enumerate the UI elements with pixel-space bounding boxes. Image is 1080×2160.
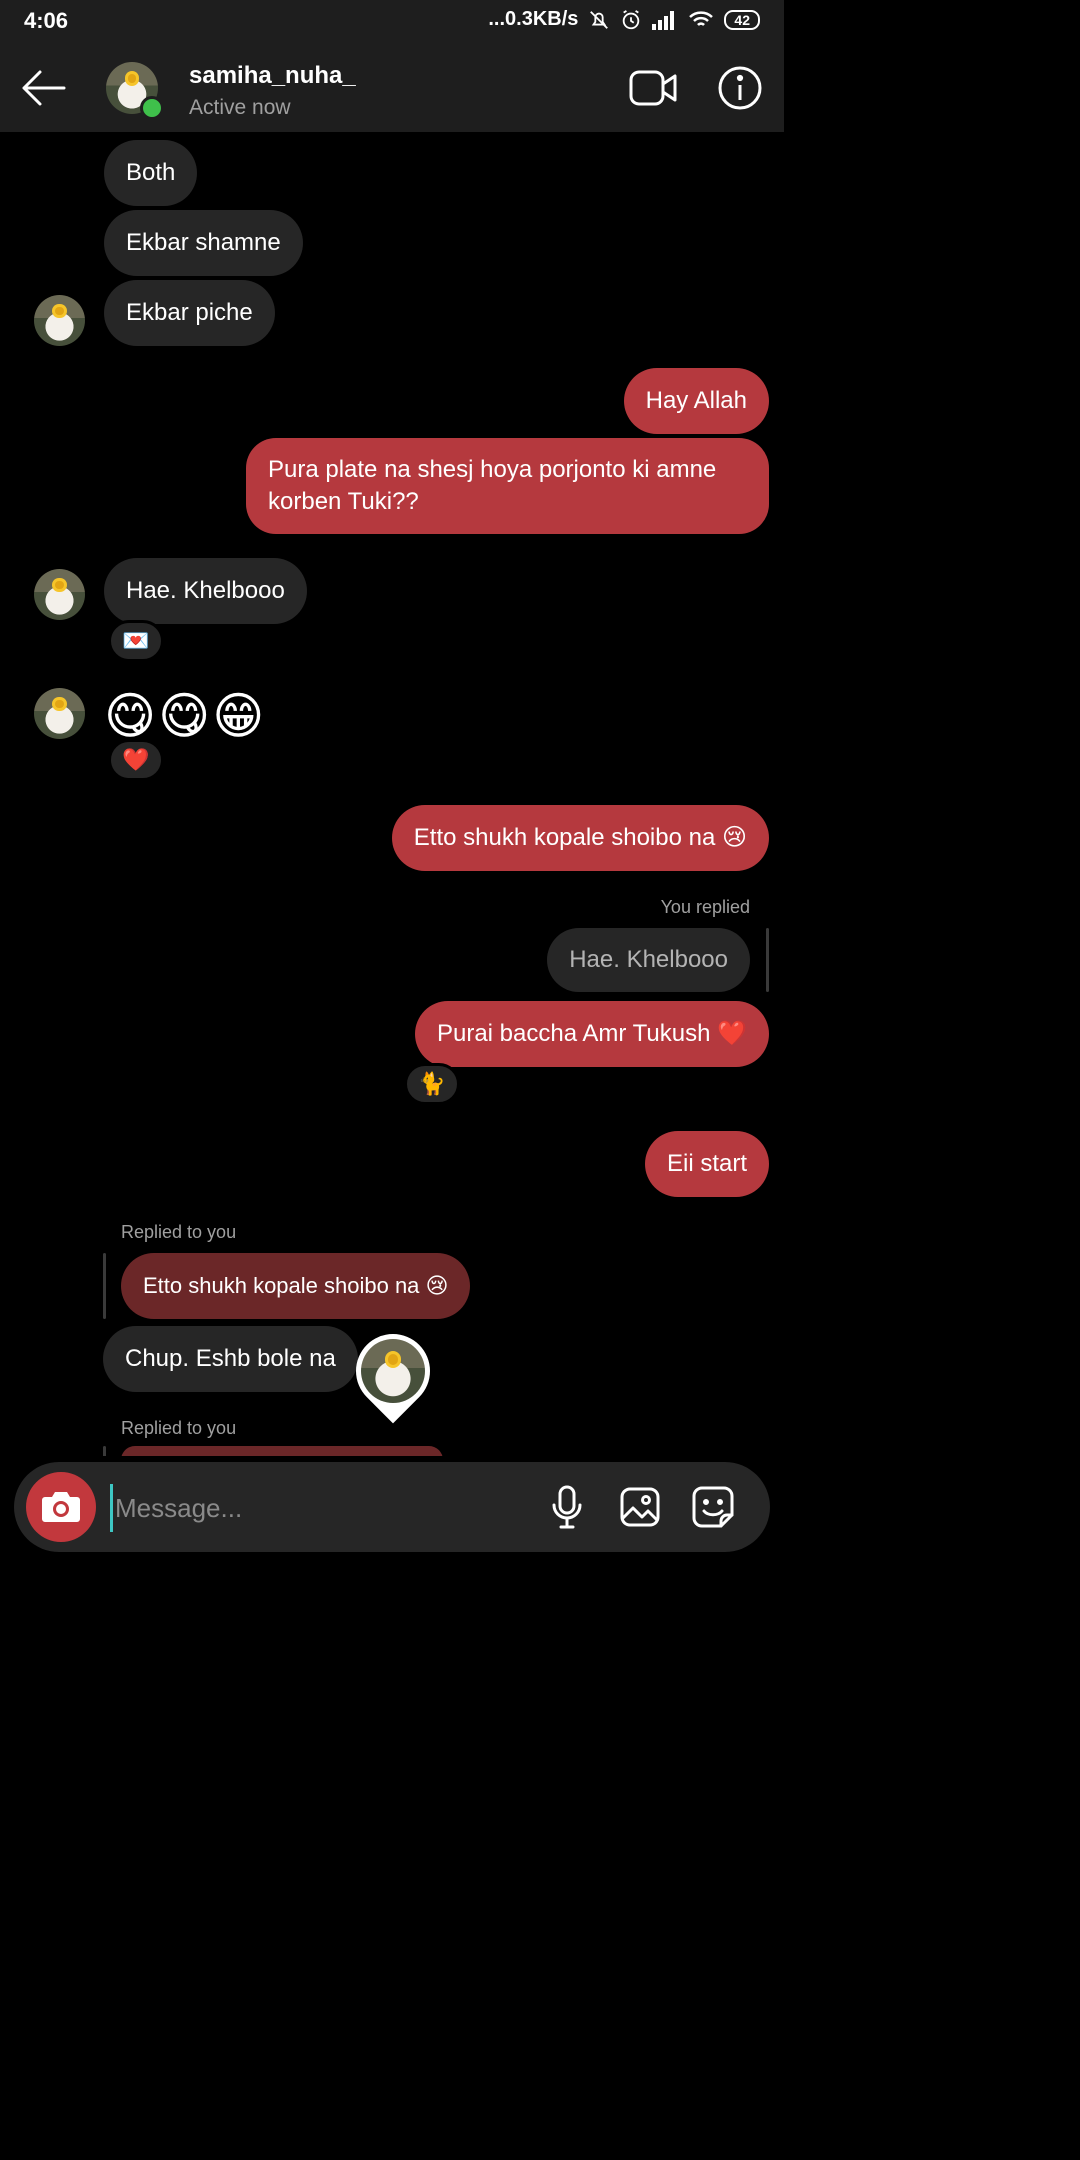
contact-username[interactable]: samiha_nuha_ [189,62,356,90]
sticker-icon [692,1486,734,1528]
you-replied-label: You replied [660,897,750,917]
chat-header: samiha_nuha_ Active now [0,44,784,132]
message-incoming[interactable]: Chup. Eshb bole na [103,1326,358,1392]
message-outgoing[interactable]: Eii start [644,1131,769,1197]
online-status-dot [140,96,164,120]
signal-icon [652,10,675,30]
sender-avatar[interactable] [34,688,85,739]
message-incoming[interactable]: Ekbar shamne [104,210,303,276]
camera-button[interactable] [26,1472,96,1542]
message-emoji[interactable]: 😋😋😁 [104,688,266,744]
seen-avatar [361,1339,425,1403]
back-arrow-icon[interactable] [18,64,68,112]
gallery-button[interactable] [617,1484,663,1530]
contact-status: Active now [189,96,291,119]
mute-icon [590,10,609,29]
reaction-envelope[interactable]: 💌 [108,620,164,662]
gallery-icon [620,1487,660,1527]
wifi-icon [689,10,714,26]
reply-indicator-line [103,1253,106,1319]
quoted-message[interactable]: Etto shukh kopale shoibo na 😢 [121,1253,471,1319]
camera-icon [42,1492,80,1522]
microphone-button[interactable] [544,1484,590,1530]
network-speed: ...0.3KB/s [488,8,579,30]
message-outgoing[interactable]: Pura plate na shesj hoya porjonto ki amn… [246,438,769,534]
status-icons: ...0.3KB/s 42 [488,8,760,31]
replied-to-you-label: Replied to you [121,1222,237,1242]
reaction-heart[interactable]: ❤️ [108,739,164,781]
video-call-icon[interactable] [628,66,678,110]
status-time: 4:06 [24,8,69,33]
sticker-button[interactable] [690,1484,736,1530]
message-input[interactable] [110,1484,517,1532]
reaction-cat[interactable]: 🐈 [404,1063,460,1105]
info-icon[interactable] [716,64,764,112]
contact-avatar[interactable] [106,62,164,120]
message-incoming[interactable]: Ekbar piche [104,280,275,346]
message-incoming[interactable]: Hae. Khelbooo [104,558,307,624]
sender-avatar[interactable] [34,295,85,346]
message-composer [14,1462,770,1552]
alarm-icon [623,9,640,29]
message-outgoing[interactable]: Purai baccha Amr Tukush ❤️ [414,1001,769,1067]
status-bar: 4:06 ...0.3KB/s 42 [0,0,784,44]
seen-indicator [340,1318,446,1424]
message-incoming[interactable]: Both [104,140,198,206]
message-outgoing[interactable]: Etto shukh kopale shoibo na 😢 [391,805,769,871]
sender-avatar[interactable] [34,569,85,620]
replied-quote[interactable]: Hae. Khelbooo [547,928,750,992]
message-outgoing[interactable]: Hay Allah [623,368,769,434]
battery-indicator: 42 [724,9,760,30]
reply-indicator-line [766,928,769,992]
replied-to-you-label: Replied to you [121,1418,237,1438]
microphone-icon [552,1485,582,1529]
